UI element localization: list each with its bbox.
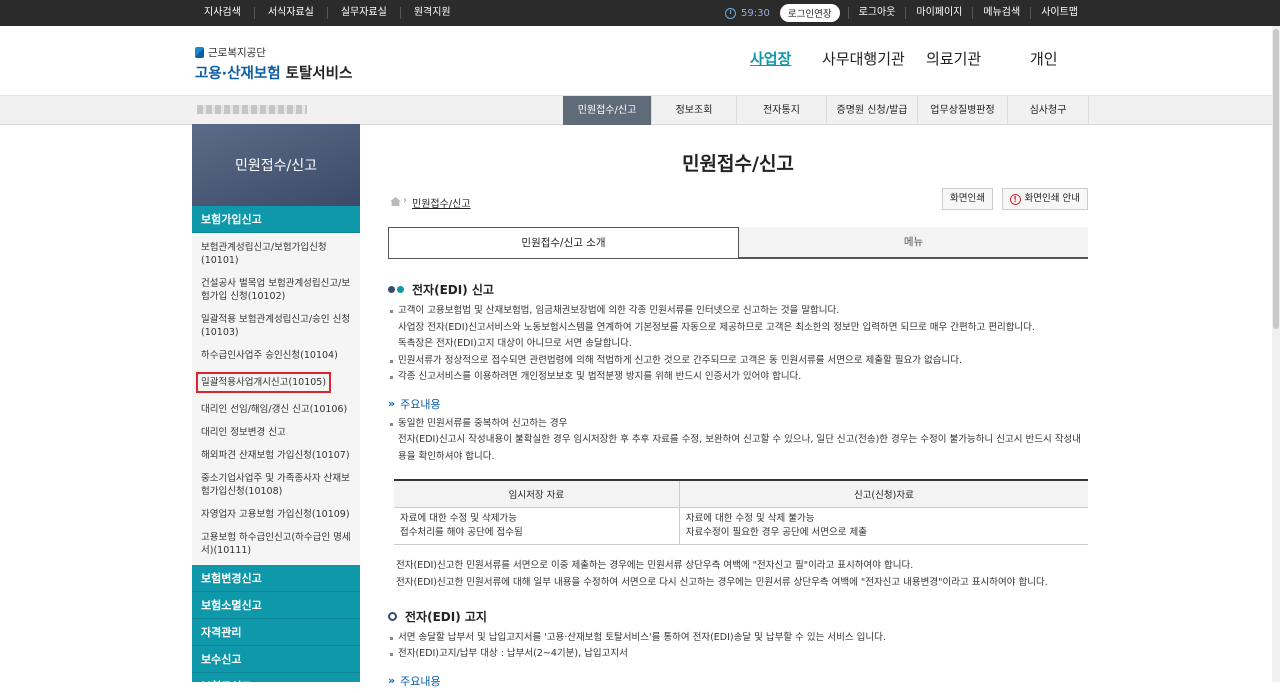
- mypage-link[interactable]: 마이페이지: [905, 7, 972, 19]
- gnav-agency[interactable]: 사무대행기관: [822, 48, 905, 69]
- sidebar-category-wage[interactable]: 보수신고: [192, 646, 360, 673]
- sidebar-item[interactable]: 고용보험 하수급인신고(하수급인 명세서)(10111): [192, 526, 360, 562]
- list-item: 민원서류가 정상적으로 접수되면 관련법령에 의해 적법하게 신고한 것으로 간…: [388, 353, 1088, 370]
- menu-search-link[interactable]: 메뉴검색: [972, 7, 1030, 19]
- tab-intro[interactable]: 민원접수/신고 소개: [388, 227, 739, 258]
- note-text: 전자(EDI)신고한 민원서류에 대해 일부 내용을 수정하여 서면으로 다시 …: [396, 576, 1048, 588]
- home-icon[interactable]: [390, 197, 401, 206]
- list-item: 고객이 고용보험법 및 산재보험법, 임금채권보장법에 의한 각종 민원서류를 …: [388, 303, 1088, 320]
- list-item: 각종 신고서비스를 이용하려면 개인정보보호 및 법적분쟁 방지를 위해 반드시…: [388, 369, 1088, 386]
- sidebar-item[interactable]: 대리인 선임/해임/갱신 신고(10106): [192, 398, 360, 421]
- note-text: 전자(EDI)신고한 민원서류를 서면으로 이중 제출하는 경우에는 민원서류 …: [396, 559, 914, 571]
- menu-e-notice[interactable]: 전자통지: [736, 96, 826, 125]
- main-content: 민원접수/신고 › 민원접수/신고 화면인쇄 ! 화면인쇄 안내 민원접수/신고 …: [388, 124, 1088, 693]
- section-edi-report: 전자(EDI) 신고: [388, 281, 1088, 298]
- sidebar-item[interactable]: 건설공사 벌목업 보험관계성립신고/보험가입 신청(10102): [192, 272, 360, 308]
- vertical-scrollbar[interactable]: [1272, 26, 1280, 682]
- print-button[interactable]: 화면인쇄: [942, 188, 993, 210]
- scrollbar-thumb[interactable]: [1273, 29, 1279, 329]
- table-header: 신고(신청)자료: [678, 479, 1088, 508]
- print-guide-button[interactable]: ! 화면인쇄 안내: [1001, 188, 1088, 210]
- alert-icon: !: [1009, 193, 1021, 205]
- page-title: 민원접수/신고: [682, 153, 794, 175]
- sitemap-link[interactable]: 사이트맵: [1030, 7, 1088, 19]
- site-header: 근로복지공단 고용·산재보험 토탈서비스 사업장 사무대행기관 의료기관 개인: [0, 26, 1280, 96]
- sidebar-item[interactable]: 해외파견 산재보험 가입신청(10107): [192, 444, 360, 467]
- subheading-main-2: » 주요내용: [388, 674, 441, 688]
- subheading-main: » 주요내용: [388, 397, 441, 411]
- sidebar-category-change[interactable]: 보험변경신고: [192, 565, 360, 592]
- table-header: 임시저장 자료: [394, 479, 680, 508]
- breadcrumb: › 민원접수/신고 화면인쇄 ! 화면인쇄 안내: [388, 188, 1088, 213]
- session-timer: 59:30: [725, 7, 770, 19]
- section-bullet-icon: [388, 286, 406, 293]
- double-chevron-icon: »: [388, 674, 396, 687]
- topbar-link-practice-docs[interactable]: 실무자료실: [328, 7, 401, 19]
- sidebar-item[interactable]: 일괄적용 보험관계성립신고/승인 신청(10103): [192, 308, 360, 344]
- sidebar-category-termination[interactable]: 보험소멸신고: [192, 592, 360, 619]
- list-item: 사업장 전자(EDI)신고서비스와 노동보험시스템을 연계하여 기본정보를 자동…: [398, 321, 1035, 333]
- menu-review-request[interactable]: 심사청구: [1007, 96, 1089, 125]
- top-utility-bar: 지사검색 서식자료실 실무자료실 원격지원 59:30 로그인연장 로그아웃 마…: [0, 0, 1280, 26]
- sidebar-category-insurance-join[interactable]: 보험가입신고: [192, 206, 360, 233]
- gnav-personal[interactable]: 개인: [1030, 48, 1058, 69]
- menu-certificate[interactable]: 증명원 신청/발급: [826, 96, 917, 125]
- sidebar: 민원접수/신고 보험가입신고 보험관계성립신고/보험가입신청(10101) 건설…: [192, 124, 360, 682]
- list-item: 독촉장은 전자(EDI)고지 대상이 아니므로 서면 송달합니다.: [398, 338, 632, 349]
- menu-complaint-filing[interactable]: 민원접수/신고: [563, 96, 651, 125]
- sidebar-item-highlighted-wrap: 일괄적용사업개시신고(10105): [192, 367, 360, 398]
- global-nav: 사업장 사무대행기관 의료기관 개인: [0, 48, 1280, 70]
- sidebar-item[interactable]: 하수급인사업주 승인신청(10104): [192, 344, 360, 367]
- extend-login-button[interactable]: 로그인연장: [779, 4, 840, 22]
- sidebar-title: 민원접수/신고: [192, 124, 360, 206]
- menu-info-inquiry[interactable]: 정보조회: [651, 96, 736, 125]
- sidebar-item[interactable]: 대리인 정보변경 신고: [192, 421, 360, 444]
- tab-menu[interactable]: 메뉴: [739, 227, 1088, 258]
- topbar-link-forms[interactable]: 서식자료실: [255, 7, 328, 19]
- sidebar-category-qualification[interactable]: 자격관리: [192, 619, 360, 646]
- list-item: 서면 송달할 납부서 및 납입고지서를 '고용·산재보험 토탈서비스'를 통하여…: [388, 630, 1088, 647]
- sidebar-item-batch-start-report[interactable]: 일괄적용사업개시신고(10105): [196, 372, 332, 393]
- list-item: 전자(EDI)고지/납부 대상 : 납부서(2~4기분), 납입고지서: [388, 646, 1088, 663]
- list-item: 전자(EDI)신고시 작성내용이 불확실한 경우 임시저장한 후 추후 자료를 …: [398, 434, 1081, 462]
- blurred-business-name: [197, 105, 307, 114]
- content-tabs: 민원접수/신고 소개 메뉴: [388, 227, 1088, 259]
- breadcrumb-current[interactable]: 민원접수/신고: [412, 195, 471, 210]
- table-row: 자료에 대한 수정 및 삭제가능 접수처리를 해야 공단에 접수됨 자료에 대한 …: [394, 507, 1088, 545]
- sidebar-submenu: 보험관계성립신고/보험가입신청(10101) 건설공사 벌목업 보험관계성립신고…: [192, 233, 360, 565]
- comparison-table: 임시저장 자료 신고(신청)자료 자료에 대한 수정 및 삭제가능 접수처리를 해…: [394, 479, 1088, 545]
- section-ring-icon: [388, 611, 397, 621]
- sidebar-item[interactable]: 중소기업사업주 및 가족종사자 산재보험가입신청(10108): [192, 467, 360, 503]
- gnav-medical[interactable]: 의료기관: [926, 48, 981, 69]
- sidebar-item[interactable]: 보험관계성립신고/보험가입신청(10101): [192, 236, 360, 272]
- list-item: 동일한 민원서류를 중복하여 신고하는 경우: [388, 416, 1088, 433]
- double-chevron-icon: »: [388, 397, 396, 410]
- gnav-workplace[interactable]: 사업장: [750, 48, 791, 69]
- section-edi-notice: 전자(EDI) 고지: [388, 608, 1088, 625]
- menu-disease-judgment[interactable]: 업무상질병판정: [917, 96, 1007, 125]
- topbar-link-branch-search[interactable]: 지사검색: [192, 7, 255, 19]
- chevron-right-icon: ›: [403, 195, 407, 206]
- sidebar-category-premium[interactable]: 보험료신고: [192, 673, 360, 682]
- topbar-link-remote-support[interactable]: 원격지원: [401, 7, 464, 19]
- clock-icon: [725, 7, 737, 19]
- sidebar-item[interactable]: 자영업자 고용보험 가입신청(10109): [192, 503, 360, 526]
- main-menu-bar: 민원접수/신고 정보조회 전자통지 증명원 신청/발급 업무상질병판정 심사청구: [0, 96, 1280, 125]
- logout-link[interactable]: 로그아웃: [847, 7, 906, 19]
